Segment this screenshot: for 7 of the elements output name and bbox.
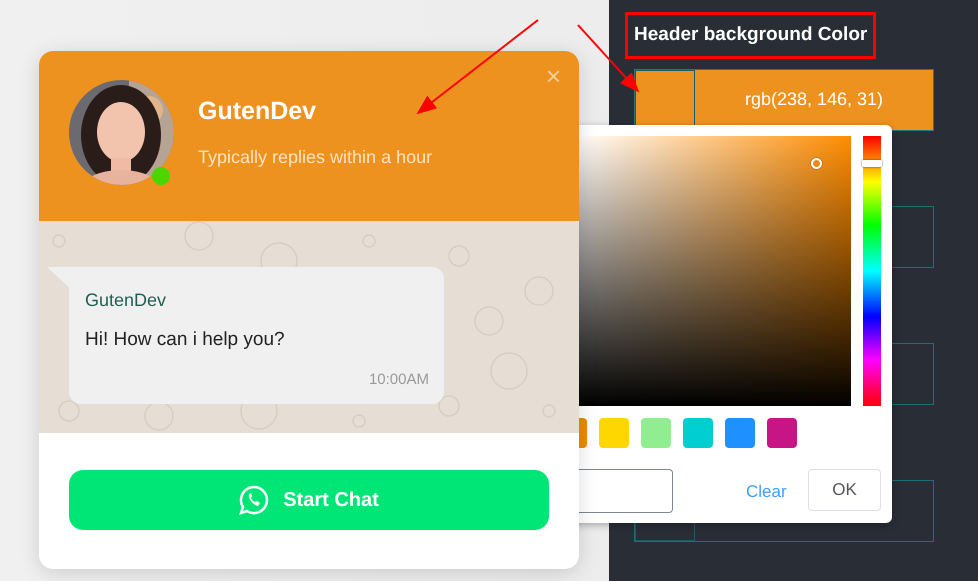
contact-name: GutenDev [198, 96, 318, 127]
message-text: Hi! How can i help you? [85, 328, 286, 352]
field-label: Header background Color [625, 12, 876, 58]
color-value: rgb(238, 146, 31) [744, 88, 884, 111]
message-time: 10:00AM [368, 370, 429, 390]
message-sender: GutenDev [85, 289, 168, 312]
status-text: Typically replies within a hour [198, 146, 432, 170]
